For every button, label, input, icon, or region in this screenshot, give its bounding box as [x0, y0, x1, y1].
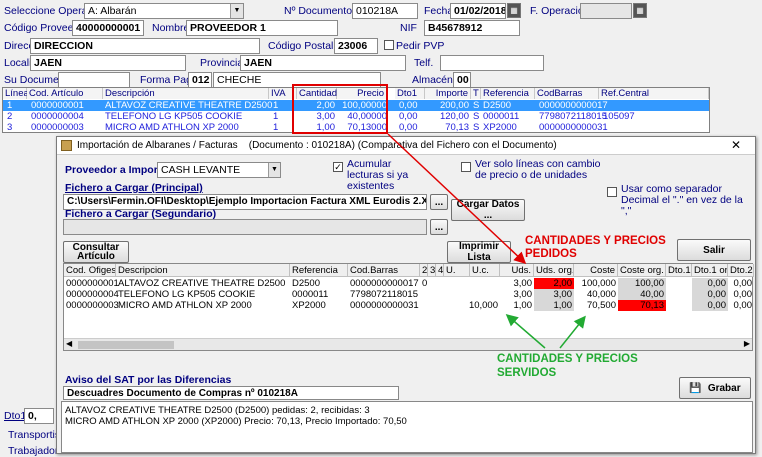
annotation-overlay	[387, 133, 586, 349]
annotation-pedidos: CANTIDADES Y PRECIOS PEDIDOS	[525, 235, 666, 260]
arrow-servidos-1	[505, 314, 546, 349]
annotation-servidos: CANTIDADES Y PRECIOS SERVIDOS	[497, 353, 638, 379]
arrow-pedidos	[387, 133, 527, 265]
arrow-servidos-2	[559, 315, 586, 349]
